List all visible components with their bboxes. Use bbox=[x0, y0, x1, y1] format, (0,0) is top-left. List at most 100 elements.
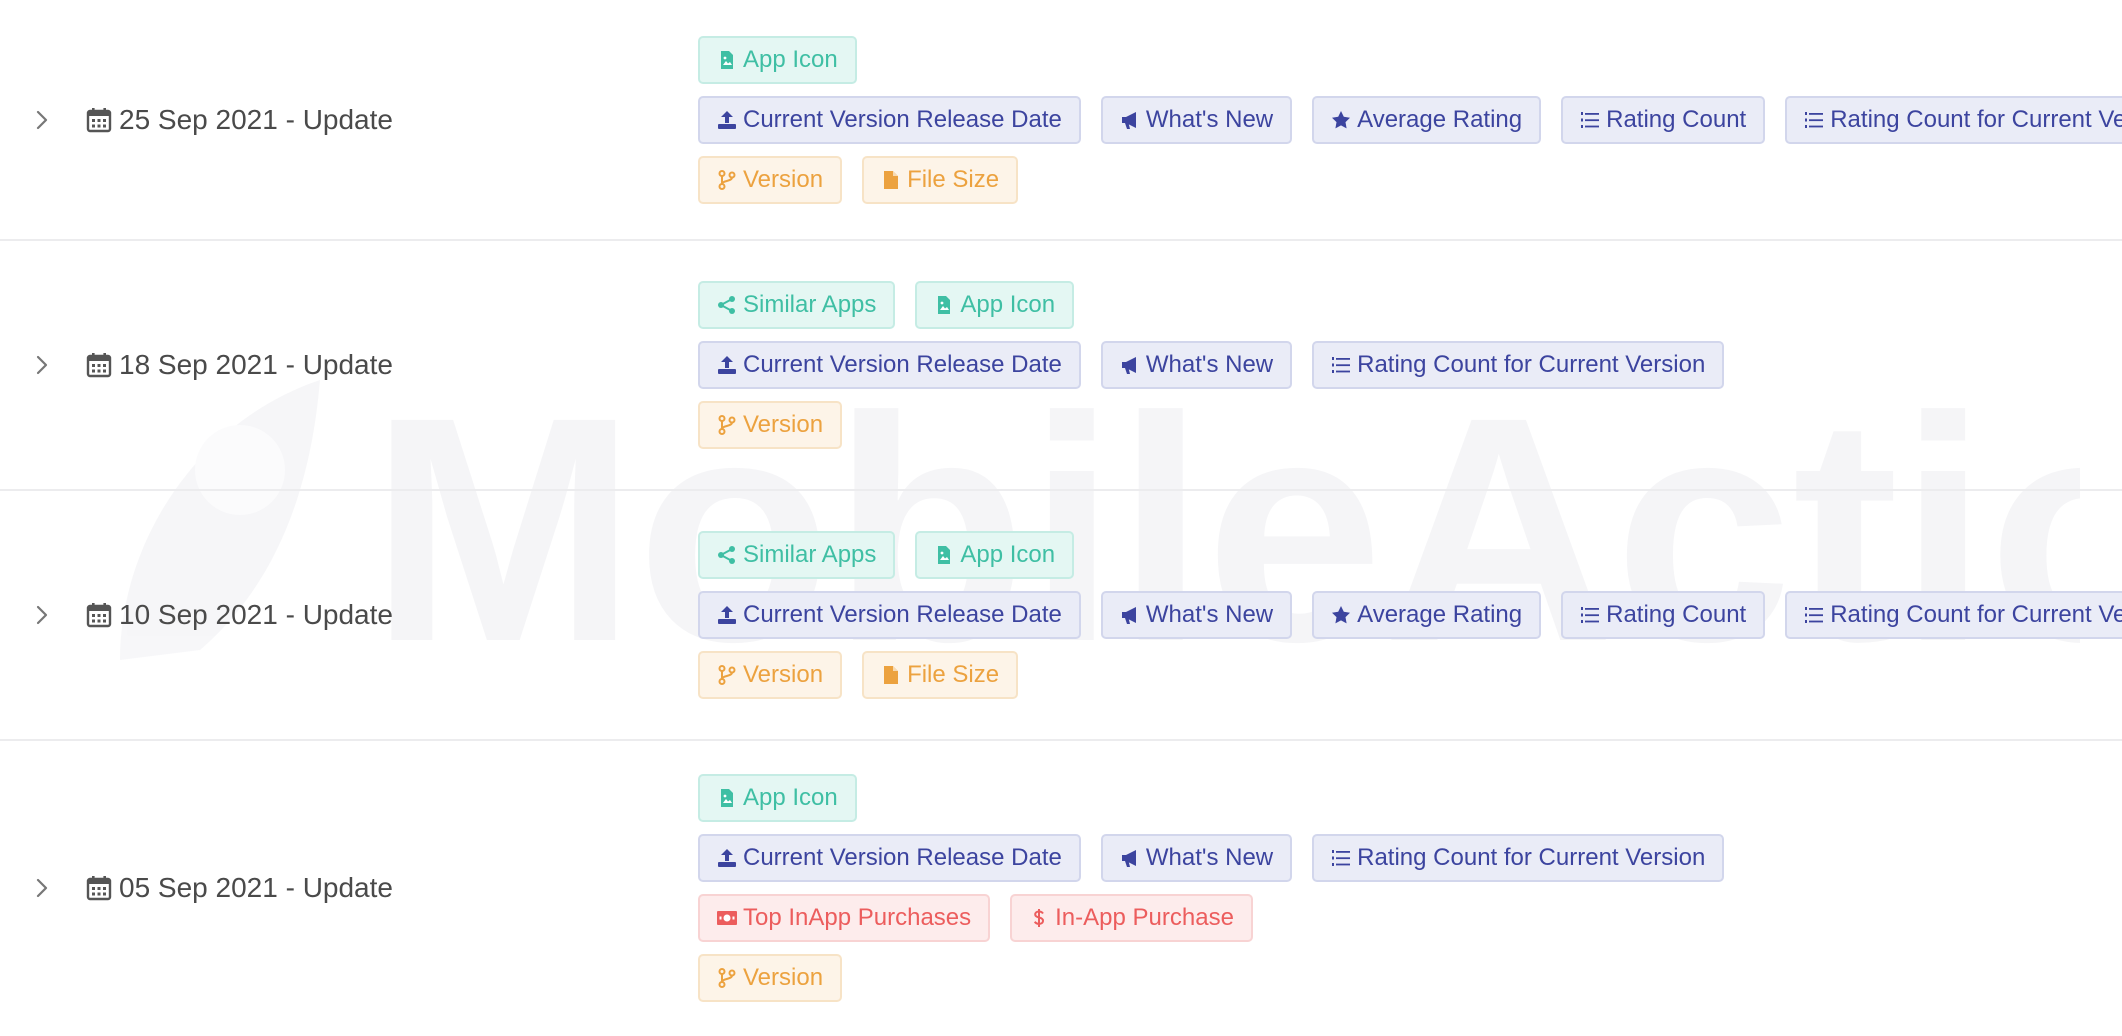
change-tag-label: In-App Purchase bbox=[1055, 904, 1234, 931]
calendar-icon bbox=[86, 353, 112, 378]
change-tag[interactable]: What's New bbox=[1100, 834, 1293, 882]
tag-group: Version bbox=[698, 954, 1744, 1002]
money-bill-icon bbox=[717, 911, 737, 925]
tag-group: Similar Apps App Icon bbox=[698, 281, 1744, 329]
change-tag-label: Version bbox=[743, 165, 824, 193]
tag-group: Version bbox=[698, 401, 1744, 449]
update-row-header[interactable]: 05 Sep 2021 - Update bbox=[0, 741, 680, 1035]
update-history-list: 25 Sep 2021 - Update App Icon Current Vers… bbox=[0, 0, 2122, 1035]
branch-icon bbox=[718, 968, 736, 988]
tag-group: Current Version Release Date What's New Av… bbox=[698, 95, 2122, 144]
change-tag-label: App Icon bbox=[743, 784, 838, 811]
change-tag[interactable]: App Icon bbox=[915, 281, 1075, 329]
change-tag[interactable]: Rating Count bbox=[1561, 95, 1766, 144]
share-icon bbox=[718, 546, 735, 564]
list-icon bbox=[1332, 850, 1351, 866]
change-tag[interactable]: Version bbox=[698, 155, 843, 204]
file-icon bbox=[884, 170, 899, 189]
change-tag[interactable]: App Icon bbox=[915, 531, 1075, 579]
change-tag[interactable]: Rating Count for Current Version bbox=[1785, 95, 2122, 144]
star-icon bbox=[1332, 606, 1351, 624]
image-file-icon bbox=[721, 789, 733, 807]
chevron-right-icon[interactable] bbox=[34, 876, 50, 900]
change-tag[interactable]: Version bbox=[698, 401, 843, 449]
update-row[interactable]: 10 Sep 2021 - Update Similar Apps App Icon… bbox=[0, 491, 2122, 741]
change-tag[interactable]: Rating Count for Current Version bbox=[1312, 341, 1725, 389]
share-icon bbox=[718, 296, 735, 314]
change-tag[interactable]: Version bbox=[698, 651, 843, 699]
update-row-header[interactable]: 10 Sep 2021 - Update bbox=[0, 491, 680, 739]
change-tag[interactable]: Current Version Release Date bbox=[698, 834, 1081, 882]
change-tag-label: Current Version Release Date bbox=[743, 105, 1062, 133]
change-tag-label: Top InApp Purchases bbox=[743, 904, 972, 931]
update-row[interactable]: 25 Sep 2021 - Update App Icon Current Vers… bbox=[0, 0, 2122, 241]
change-tag[interactable]: File Size bbox=[862, 155, 1019, 204]
image-file-icon bbox=[721, 50, 733, 69]
change-tag[interactable]: What's New bbox=[1100, 95, 1293, 144]
change-tag[interactable]: Rating Count for Current Version bbox=[1785, 591, 2122, 639]
change-tags: App Icon Current Version Release Date What… bbox=[698, 741, 1744, 1035]
change-tag[interactable]: Top InApp Purchases bbox=[698, 894, 991, 942]
tag-group: Current Version Release Date What's New Ra… bbox=[698, 341, 1744, 389]
change-tag[interactable]: Rating Count for Current Version bbox=[1312, 834, 1725, 882]
calendar-icon bbox=[86, 876, 112, 901]
change-tag-label: Average Rating bbox=[1357, 105, 1523, 133]
file-icon bbox=[884, 666, 899, 684]
upload-icon bbox=[718, 849, 736, 867]
update-row[interactable]: 05 Sep 2021 - Update App Icon Current Vers… bbox=[0, 741, 2122, 1035]
list-icon bbox=[1805, 607, 1824, 623]
image-file-icon bbox=[938, 546, 951, 564]
chevron-right-icon[interactable] bbox=[34, 353, 50, 377]
update-row[interactable]: 18 Sep 2021 - Update Similar Apps App Icon… bbox=[0, 241, 2122, 491]
change-tag[interactable]: Current Version Release Date bbox=[698, 341, 1081, 389]
change-tag-label: Rating Count bbox=[1606, 105, 1747, 133]
change-tag-label: Similar Apps bbox=[743, 541, 877, 568]
tag-group: Version File Size bbox=[698, 155, 2122, 204]
change-tag[interactable]: Current Version Release Date bbox=[698, 95, 1081, 144]
change-tag[interactable]: Average Rating bbox=[1312, 95, 1542, 144]
change-tag[interactable]: Rating Count bbox=[1561, 591, 1766, 639]
upload-icon bbox=[718, 606, 736, 624]
change-tag[interactable]: What's New bbox=[1100, 591, 1293, 639]
change-tag-label: App Icon bbox=[960, 291, 1056, 318]
change-tag-label: Similar Apps bbox=[743, 291, 877, 318]
change-tag[interactable]: Version bbox=[698, 954, 843, 1002]
change-tag-label: What's New bbox=[1145, 601, 1274, 628]
tag-group: App Icon bbox=[698, 35, 2122, 84]
change-tag-label: Rating Count for Current Version bbox=[1357, 844, 1706, 871]
chevron-right-icon[interactable] bbox=[34, 108, 50, 132]
change-tag[interactable]: In-App Purchase bbox=[1010, 894, 1253, 942]
megaphone-icon bbox=[1121, 357, 1136, 374]
change-tag-label: App Icon bbox=[743, 45, 838, 73]
branch-icon bbox=[718, 415, 736, 435]
tag-group: Top InApp Purchases In-App Purchase bbox=[698, 894, 1744, 942]
chevron-right-icon[interactable] bbox=[34, 603, 50, 627]
change-tag[interactable]: File Size bbox=[862, 651, 1019, 699]
calendar-icon bbox=[86, 603, 112, 628]
change-tag-label: Average Rating bbox=[1357, 601, 1523, 628]
change-tag[interactable]: Similar Apps bbox=[698, 281, 896, 329]
megaphone-icon bbox=[1121, 607, 1136, 624]
change-tag[interactable]: Current Version Release Date bbox=[698, 591, 1081, 639]
change-tag-label: File Size bbox=[907, 661, 1000, 688]
change-tag[interactable]: App Icon bbox=[698, 774, 857, 822]
dollar-icon bbox=[1034, 909, 1045, 927]
update-row-header[interactable]: 25 Sep 2021 - Update bbox=[0, 0, 680, 239]
change-tag-label: File Size bbox=[907, 165, 1000, 193]
change-tags: Similar Apps App Icon Current Version Rele… bbox=[698, 498, 2122, 732]
tag-group: Version File Size bbox=[698, 651, 2122, 699]
change-tag[interactable]: What's New bbox=[1100, 341, 1293, 389]
list-icon bbox=[1581, 607, 1600, 623]
change-tag[interactable]: Similar Apps bbox=[698, 531, 896, 579]
change-tag-label: What's New bbox=[1145, 351, 1274, 378]
change-tag-label: What's New bbox=[1145, 844, 1274, 871]
update-date: 10 Sep 2021 - Update bbox=[119, 599, 393, 630]
update-date: 25 Sep 2021 - Update bbox=[119, 103, 393, 135]
change-tag[interactable]: Average Rating bbox=[1312, 591, 1542, 639]
update-row-header[interactable]: 18 Sep 2021 - Update bbox=[0, 241, 680, 489]
change-tag[interactable]: App Icon bbox=[698, 35, 857, 84]
list-icon bbox=[1332, 357, 1351, 373]
change-tag-label: Version bbox=[743, 964, 824, 991]
branch-icon bbox=[718, 169, 736, 190]
megaphone-icon bbox=[1121, 111, 1136, 129]
